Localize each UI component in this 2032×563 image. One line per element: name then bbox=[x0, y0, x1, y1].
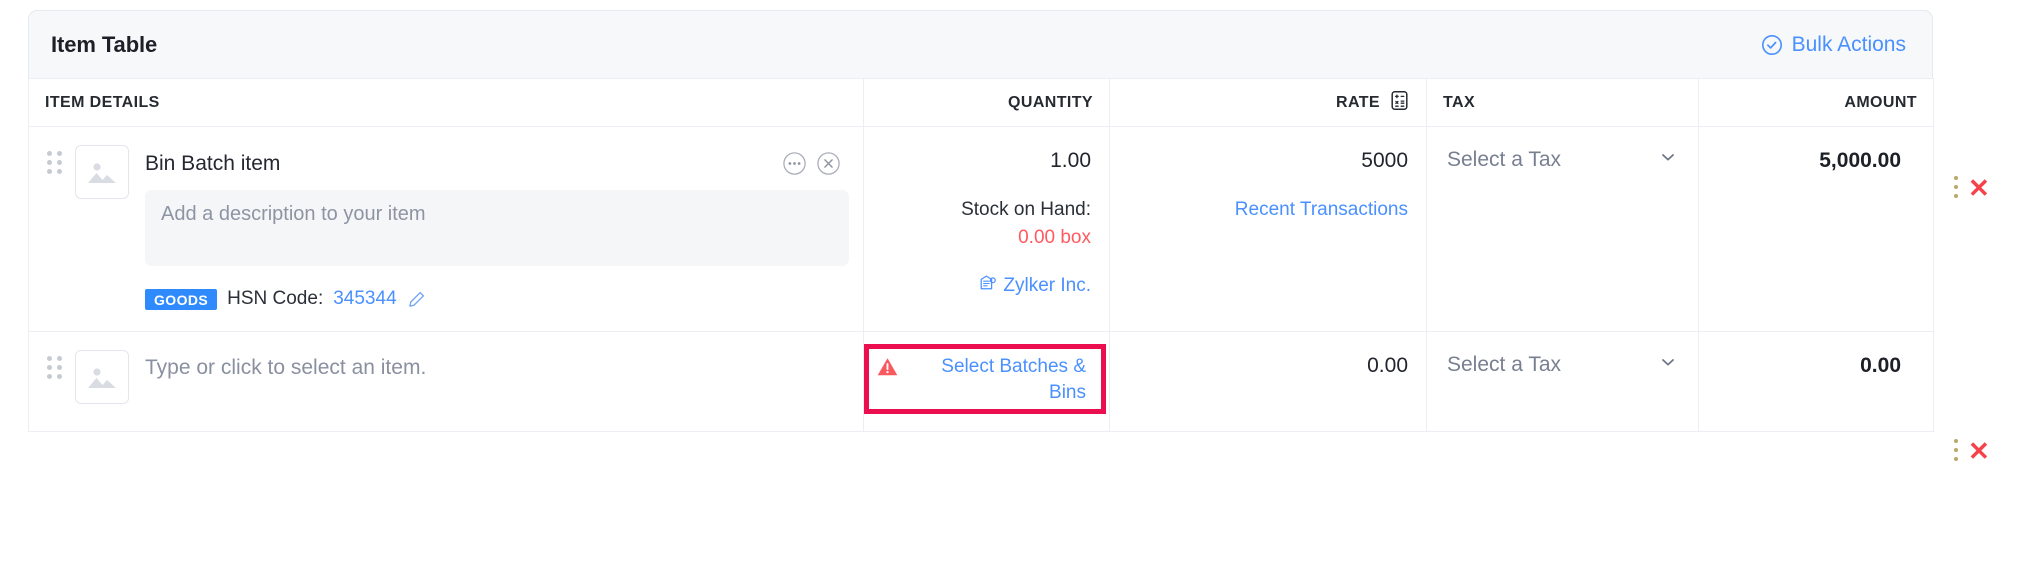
row-1-warehouse-name: Zylker Inc. bbox=[1003, 274, 1091, 296]
drag-dots-icon[interactable] bbox=[43, 141, 67, 178]
row-1-hsn-line: GOODS HSN Code: 345344 bbox=[145, 288, 849, 310]
chevron-down-icon bbox=[1658, 147, 1678, 173]
vertical-dots-icon[interactable] bbox=[1954, 176, 1958, 200]
vertical-dots-icon[interactable] bbox=[1954, 439, 1958, 463]
row-1-hsn-label: HSN Code: bbox=[227, 288, 324, 309]
row-2-tax-cell: Select a Tax bbox=[1426, 331, 1699, 432]
row-1-item-name[interactable]: Bin Batch item bbox=[145, 152, 280, 176]
row-1-item-details-cell: Bin Batch item Add a description to your… bbox=[28, 126, 864, 332]
image-placeholder-icon[interactable] bbox=[75, 145, 129, 199]
row-1-quantity-input[interactable]: 1.00 bbox=[874, 149, 1091, 173]
row-2-actions: ✕ bbox=[1954, 438, 1990, 464]
circle-check-icon bbox=[1761, 34, 1783, 56]
row-1-select-batches-bins-link[interactable]: Select Batches & Bins bbox=[866, 348, 1102, 410]
delete-x-icon[interactable]: ✕ bbox=[1968, 175, 1990, 201]
row-1-rate-input[interactable]: 5000 bbox=[1120, 149, 1408, 173]
item-table-header: Item Table Bulk Actions bbox=[28, 10, 1933, 78]
chevron-down-icon bbox=[1658, 352, 1678, 378]
drag-dots-icon[interactable] bbox=[43, 346, 67, 383]
row-1-actions: ✕ bbox=[1954, 175, 1990, 201]
page-title: Item Table bbox=[51, 31, 158, 57]
pencil-icon[interactable] bbox=[407, 290, 426, 309]
column-header-rate-label: RATE bbox=[1336, 93, 1380, 111]
column-header-rate: RATE bbox=[1109, 78, 1427, 127]
row-1-stock-value: 0.00 box bbox=[1018, 227, 1091, 248]
row-1-tax-select[interactable]: Select a Tax bbox=[1447, 147, 1684, 173]
image-placeholder-icon[interactable] bbox=[75, 350, 129, 404]
row-1-amount-value: 5,000.00 bbox=[1819, 149, 1901, 172]
column-header-amount: AMOUNT bbox=[1698, 78, 1934, 127]
row-1-description-input[interactable]: Add a description to your item bbox=[145, 190, 849, 266]
status-badge: GOODS bbox=[145, 288, 218, 310]
row-2-tax-select[interactable]: Select a Tax bbox=[1447, 352, 1684, 378]
row-1-tax-cell: Select a Tax bbox=[1426, 126, 1699, 332]
table-row: Bin Batch item Add a description to your… bbox=[28, 126, 1934, 332]
item-table-screen: Item Table Bulk Actions ITEM DETAILS QUA… bbox=[0, 0, 2032, 563]
row-1-warehouse-link[interactable]: Zylker Inc. bbox=[874, 273, 1091, 298]
row-2-amount-cell: 0.00 bbox=[1698, 331, 1934, 432]
warehouse-location-icon bbox=[978, 273, 997, 298]
circle-ellipsis-icon[interactable] bbox=[782, 151, 807, 176]
row-1-rate-cell: 5000 Recent Transactions bbox=[1109, 126, 1427, 332]
row-2-tax-value: Select a Tax bbox=[1447, 353, 1562, 376]
row-1-stock-label: Stock on Hand: bbox=[961, 199, 1091, 220]
row-1-hsn-value[interactable]: 345344 bbox=[333, 288, 396, 310]
column-header-item-details: ITEM DETAILS bbox=[28, 78, 864, 127]
row-2-amount-value: 0.00 bbox=[1860, 354, 1901, 377]
column-header-quantity: QUANTITY bbox=[863, 78, 1110, 127]
row-2-rate-cell: 0.00 bbox=[1109, 331, 1427, 432]
circle-close-icon[interactable] bbox=[816, 151, 841, 176]
table-header-row: ITEM DETAILS QUANTITY RATE TAX AMOUNT bbox=[28, 78, 1934, 127]
row-1-tax-value: Select a Tax bbox=[1447, 148, 1562, 171]
row-1-select-batches-bins-label: Select Batches & Bins bbox=[941, 356, 1086, 403]
delete-x-icon[interactable]: ✕ bbox=[1968, 438, 1990, 464]
column-header-tax: TAX bbox=[1426, 78, 1699, 127]
row-2-rate-input[interactable]: 0.00 bbox=[1120, 354, 1408, 378]
bulk-actions-button[interactable]: Bulk Actions bbox=[1761, 33, 1906, 57]
warning-triangle-icon bbox=[876, 354, 899, 383]
row-1-quantity-cell: 1.00 Stock on Hand: 0.00 box Zylker Inc. bbox=[863, 126, 1110, 332]
row-1-recent-transactions-link[interactable]: Recent Transactions bbox=[1120, 199, 1408, 221]
bulk-actions-label: Bulk Actions bbox=[1791, 32, 1906, 56]
row-1-amount-cell: 5,000.00 bbox=[1698, 126, 1934, 332]
row-2-item-details-cell: Type or click to select an item. bbox=[28, 331, 864, 432]
calculator-icon[interactable] bbox=[1389, 90, 1410, 116]
row-2-item-select-input[interactable]: Type or click to select an item. bbox=[145, 356, 426, 380]
